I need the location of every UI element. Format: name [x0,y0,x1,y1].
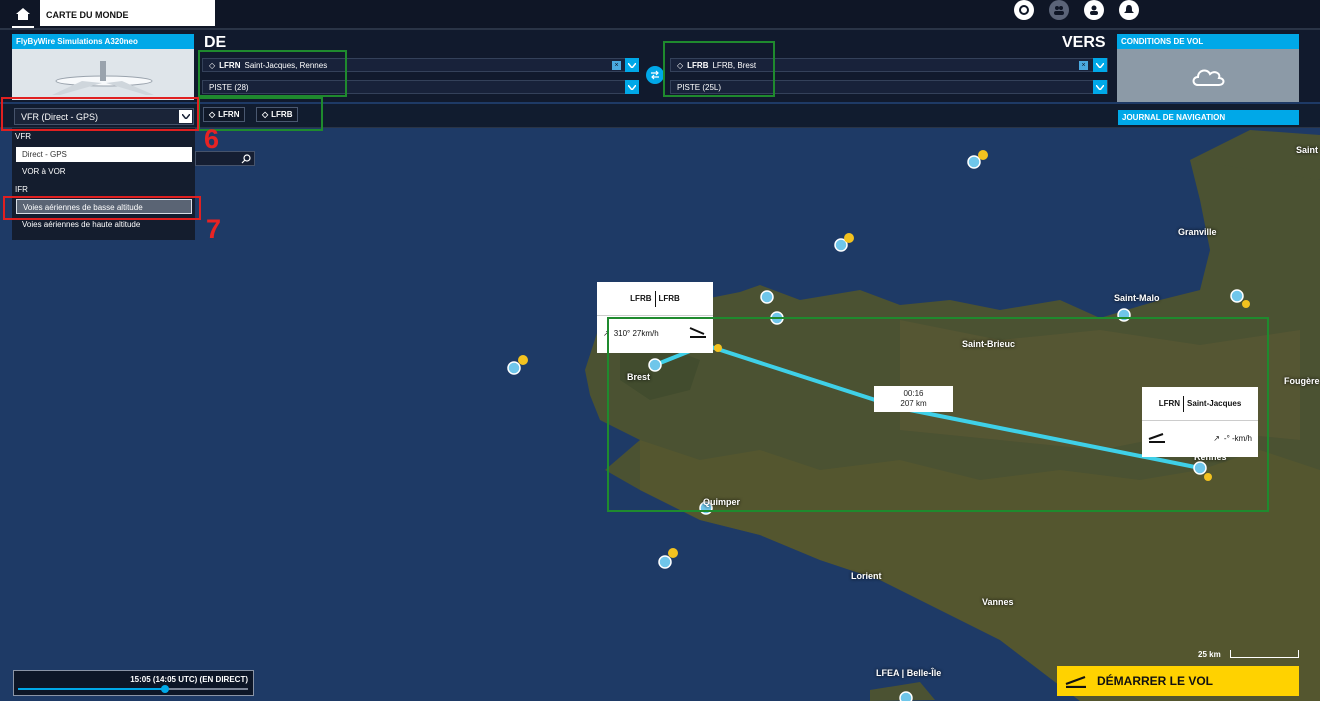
aircraft-card[interactable]: FlyByWire Simulations A320neo [12,34,194,100]
navlog-button[interactable]: JOURNAL DE NAVIGATION [1118,110,1299,125]
takeoff-icon [1065,675,1086,688]
clear-arrival-button[interactable]: × [1079,61,1088,70]
group-label: IFR [15,185,28,194]
clear-departure-button[interactable]: × [612,61,621,70]
group-label: VFR [15,132,31,141]
time-control[interactable]: 15:05 (14:05 UTC) (EN DIRECT) [13,670,254,696]
bottom-airport-label[interactable]: LFEA | Belle-Île [876,668,941,678]
annotation-box-arrival [663,41,775,97]
weather-title: CONDITIONS DE VOL [1117,34,1299,49]
annotation-number: 7 [206,214,222,244]
map-scale-label: 25 km [1198,650,1221,659]
time-slider-handle[interactable] [161,685,170,693]
arrival-heading: VERS [1062,34,1106,51]
city-label: Saint [1296,145,1319,155]
weather-card[interactable]: CONDITIONS DE VOL [1117,34,1299,102]
home-button[interactable] [10,4,36,28]
arrival-runway-dropdown-button[interactable] [1093,80,1107,94]
option-direct-gps[interactable]: Direct - GPS [16,147,192,162]
city-label: Fougère [1284,376,1320,386]
annotation-number: 6 [204,124,220,154]
departure-runway-dropdown-button[interactable] [625,80,639,94]
city-label: Lorient [851,571,882,581]
search-icon [241,154,251,164]
city-label: Granville [1178,227,1217,237]
aircraft-name: FlyByWire Simulations A320neo [12,34,194,49]
city-label: Vannes [982,597,1014,607]
annotation-box-nav-type [1,97,199,131]
time-slider-fill [18,688,166,690]
start-flight-button[interactable]: DÉMARRER LE VOL [1057,666,1299,696]
departure-dropdown-button[interactable] [625,58,639,72]
cloud-icon [1117,49,1299,102]
top-bar: CARTE DU MONDE [0,0,1320,28]
map-scale-bar [1230,650,1299,658]
swap-airports-button[interactable] [646,66,664,84]
option-vor-to-vor[interactable]: VOR à VOR [16,164,192,179]
tab-world-map[interactable]: CARTE DU MONDE [40,0,215,26]
nav-type-dropdown: VFR Direct - GPS VOR à VOR IFR Voies aér… [12,128,195,240]
arrival-dropdown-button[interactable] [1093,58,1107,72]
annotation-box-route-map [607,317,1269,512]
city-label: Saint-Malo [1114,293,1160,303]
annotation-box-low-airways [3,196,201,220]
time-slider[interactable] [18,685,248,693]
annotation-box-departure [198,50,347,97]
activity-icon[interactable] [1014,0,1034,20]
time-label: 15:05 (14:05 UTC) (EN DIRECT) [130,675,248,684]
notification-icon[interactable] [1119,0,1139,20]
swap-icon [651,70,659,80]
aircraft-image [12,49,194,100]
home-icon [16,8,30,20]
profile-icon[interactable] [1084,0,1104,20]
multiplayer-icon[interactable] [1049,0,1069,20]
